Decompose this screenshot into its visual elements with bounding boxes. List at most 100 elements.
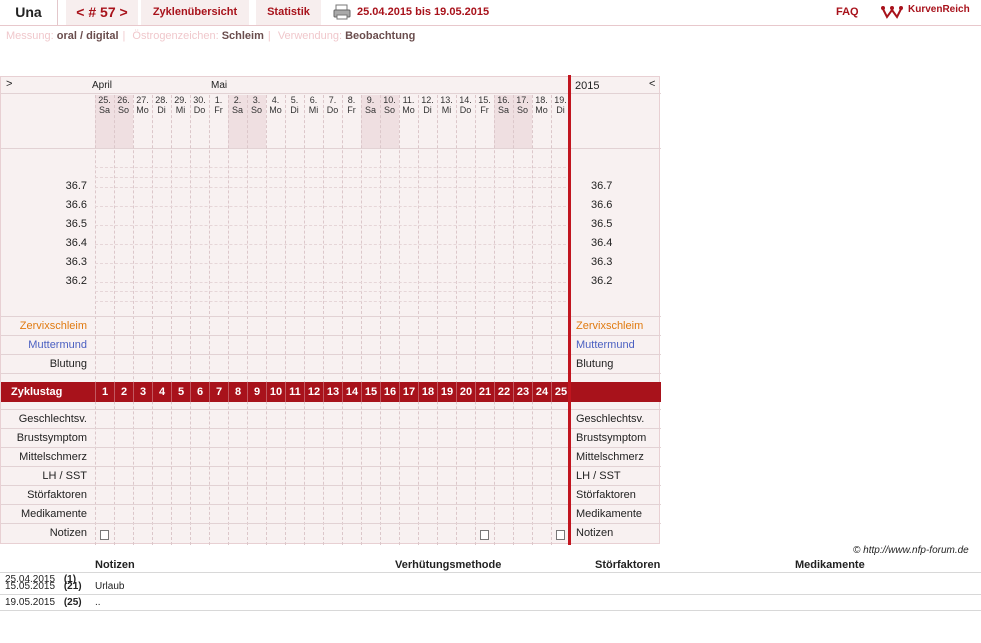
cycle-day-cell: 14: [342, 382, 361, 402]
print-icon[interactable]: [333, 4, 351, 20]
day-column[interactable]: 16. Sa: [494, 95, 513, 149]
row-label: Mittelschmerz: [19, 451, 87, 463]
estrogen-value: Schleim: [221, 30, 264, 42]
row-muttermund: Muttermund: [28, 339, 87, 351]
cycle-nav[interactable]: < # 57 >: [66, 0, 138, 25]
day-column[interactable]: 15. Fr: [475, 95, 494, 149]
cycle-day-cell: 16: [380, 382, 399, 402]
day-column[interactable]: 17. So: [513, 95, 532, 149]
day-column[interactable]: 9. Sa: [361, 95, 380, 149]
row-cervix: Zervixschleim: [19, 320, 87, 332]
faq-link[interactable]: FAQ: [836, 0, 859, 25]
day-column[interactable]: 7. Do: [323, 95, 342, 149]
day-column[interactable]: 12. Di: [418, 95, 437, 149]
row-muttermund-right: Muttermund: [576, 339, 635, 351]
tab-statistics[interactable]: Statistik: [256, 0, 321, 25]
cycle-day-label: Zyklustag: [11, 386, 63, 398]
brand-name: KurvenReich: [908, 4, 970, 15]
day-column[interactable]: 5. Di: [285, 95, 304, 149]
cycle-day-cell: 18: [418, 382, 437, 402]
month-may: Mai: [211, 80, 228, 91]
crown-icon: [881, 4, 903, 30]
temp-tick-right: 36.2: [591, 275, 613, 287]
date-range: 25.04.2015 bis 19.05.2015: [357, 6, 490, 18]
temp-tick: 36.4: [65, 237, 87, 249]
row-bleeding-right: Blutung: [576, 358, 614, 370]
table-row[interactable]: 19.05.2015 (25) ..: [5, 597, 101, 608]
tab-cycle-overview[interactable]: Zyklenübersicht: [141, 0, 249, 25]
row-label: Medikamente: [20, 508, 87, 520]
day-column[interactable]: 3. So: [247, 95, 266, 149]
cycle-day-cell: 24: [532, 382, 551, 402]
row-label-right: Brustsymptom: [576, 432, 647, 444]
col-medications: Medikamente: [795, 559, 865, 571]
cycle-day-cell: 3: [133, 382, 152, 402]
row-label-right: Medikamente: [576, 508, 643, 520]
row-label-right: LH / SST: [576, 470, 621, 482]
cycle-day-cell: 12: [304, 382, 323, 402]
user-name[interactable]: Una: [0, 0, 58, 25]
note-icon[interactable]: [556, 530, 565, 540]
row-label: Geschlechtsv.: [18, 413, 87, 425]
day-column[interactable]: 8. Fr: [342, 95, 361, 149]
col-disturbances: Störfaktoren: [595, 559, 661, 571]
note-icon[interactable]: [480, 530, 489, 540]
row-label-right: Geschlechtsv.: [576, 413, 645, 425]
nav-prev[interactable]: >: [6, 78, 12, 90]
usage-label: Verwendung:: [277, 30, 343, 42]
row-label: Notizen: [49, 527, 87, 539]
temp-tick-right: 36.3: [591, 256, 613, 268]
col-notes: Notizen: [95, 559, 135, 571]
cycle-day-cell: 1: [95, 382, 114, 402]
row-cervix-right: Zervixschleim: [576, 320, 644, 332]
cycle-day-cell: 11: [285, 382, 304, 402]
day-column[interactable]: 4. Mo: [266, 95, 285, 149]
day-column[interactable]: 2. Sa: [228, 95, 247, 149]
settings-line: Messung: oral / digital | Östrogenzeichen…: [6, 30, 416, 42]
row-label: LH / SST: [42, 470, 87, 482]
day-column[interactable]: 25. Sa: [95, 95, 114, 149]
table-row[interactable]: 15.05.2015 (21) Urlaub: [5, 581, 124, 592]
usage-value: Beobachtung: [345, 30, 416, 42]
col-method: Verhütungsmethode: [395, 559, 502, 571]
estrogen-label: Östrogenzeichen:: [132, 30, 219, 42]
day-column[interactable]: 30. Do: [190, 95, 209, 149]
day-column[interactable]: 6. Mi: [304, 95, 323, 149]
brand-logo[interactable]: KurvenReich: [881, 0, 981, 25]
nav-next[interactable]: <: [649, 78, 655, 90]
day-column[interactable]: 27. Mo: [133, 95, 152, 149]
cycle-day-cell: 6: [190, 382, 209, 402]
cycle-day-cell: 8: [228, 382, 247, 402]
day-column[interactable]: 11. Mo: [399, 95, 418, 149]
day-column[interactable]: 14. Do: [456, 95, 475, 149]
day-column[interactable]: 18. Mo: [532, 95, 551, 149]
cycle-day-cell: 2: [114, 382, 133, 402]
temp-tick: 36.5: [65, 218, 87, 230]
note-icon[interactable]: [100, 530, 109, 540]
temp-tick-right: 36.6: [591, 199, 613, 211]
temp-tick: 36.3: [65, 256, 87, 268]
cycle-day-cell: 21: [475, 382, 494, 402]
row-label: Brustsymptom: [16, 432, 87, 444]
day-column[interactable]: 28. Di: [152, 95, 171, 149]
temp-tick: 36.7: [65, 180, 87, 192]
row-bleeding: Blutung: [49, 358, 87, 370]
cycle-day-cell: 22: [494, 382, 513, 402]
top-bar: Una < # 57 > Zyklenübersicht Statistik 2…: [0, 0, 981, 26]
measurement-label: Messung:: [6, 30, 54, 42]
cycle-day-row: Zyklustag 1 2 3 4 5 6 7 8 9 10 11 12 13 14 15 16 17 18 19 2…: [1, 382, 661, 402]
temp-tick-right: 36.7: [591, 180, 613, 192]
day-column[interactable]: 10. So: [380, 95, 399, 149]
day-column[interactable]: 26. So: [114, 95, 133, 149]
day-column[interactable]: 1. Fr: [209, 95, 228, 149]
cycle-day-cell: 20: [456, 382, 475, 402]
temp-tick-right: 36.4: [591, 237, 613, 249]
cycle-day-cell: 23: [513, 382, 532, 402]
cycle-day-cell: 4: [152, 382, 171, 402]
day-column[interactable]: 29. Mi: [171, 95, 190, 149]
temp-tick: 36.6: [65, 199, 87, 211]
day-column[interactable]: 13. Mi: [437, 95, 456, 149]
cycle-day-cell: 7: [209, 382, 228, 402]
credit: © http://www.nfp-forum.de: [853, 545, 969, 556]
cycle-day-cell: 5: [171, 382, 190, 402]
